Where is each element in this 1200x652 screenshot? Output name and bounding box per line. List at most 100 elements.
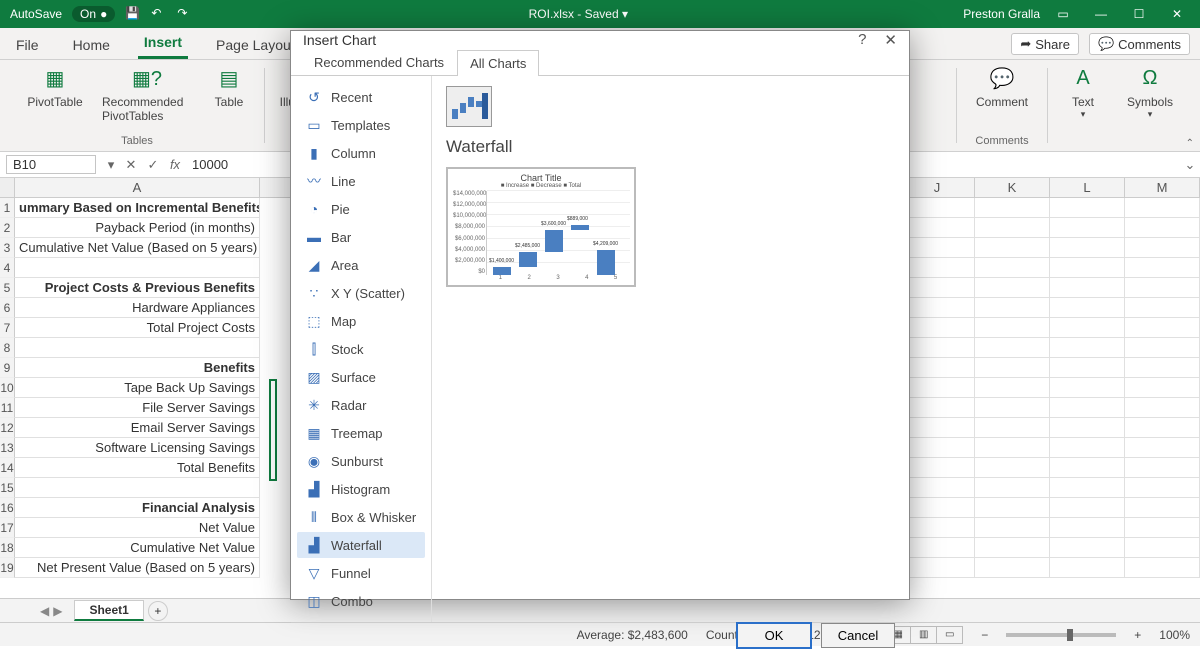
- cell[interactable]: [975, 558, 1050, 578]
- pivottable-button[interactable]: ▦PivotTable: [20, 64, 90, 109]
- cell[interactable]: [1050, 458, 1125, 478]
- cell[interactable]: [975, 278, 1050, 298]
- chart-type-combo[interactable]: ◫Combo: [297, 588, 425, 614]
- cell[interactable]: [975, 338, 1050, 358]
- chart-type-histogram[interactable]: ▟Histogram: [297, 476, 425, 502]
- cell[interactable]: Tape Back Up Savings: [15, 378, 260, 398]
- chart-type-treemap[interactable]: ▦Treemap: [297, 420, 425, 446]
- cell[interactable]: Cumulative Net Value: [15, 538, 260, 558]
- cell[interactable]: Software Licensing Savings: [15, 438, 260, 458]
- cell[interactable]: [900, 478, 975, 498]
- cell[interactable]: [1050, 478, 1125, 498]
- cell[interactable]: [975, 258, 1050, 278]
- cell[interactable]: [900, 238, 975, 258]
- ribbon-display-icon[interactable]: ▭: [1048, 7, 1078, 21]
- cell[interactable]: Total Project Costs: [15, 318, 260, 338]
- cell[interactable]: [975, 418, 1050, 438]
- cell[interactable]: [1050, 518, 1125, 538]
- cell[interactable]: Hardware Appliances: [15, 298, 260, 318]
- cell[interactable]: [900, 198, 975, 218]
- maximize-icon[interactable]: ☐: [1124, 7, 1154, 21]
- comment-button[interactable]: 💬Comment: [967, 64, 1037, 109]
- col-header[interactable]: L: [1050, 178, 1125, 197]
- row-header[interactable]: 4: [0, 258, 15, 278]
- cell[interactable]: [900, 398, 975, 418]
- cell[interactable]: [1050, 238, 1125, 258]
- cell[interactable]: [975, 478, 1050, 498]
- tab-home[interactable]: Home: [67, 31, 116, 59]
- cell[interactable]: Payback Period (in months): [15, 218, 260, 238]
- cell[interactable]: [900, 538, 975, 558]
- cell[interactable]: [900, 298, 975, 318]
- cell[interactable]: [1125, 398, 1200, 418]
- cell[interactable]: [1050, 338, 1125, 358]
- row-header[interactable]: 5: [0, 278, 15, 298]
- cancel-button[interactable]: Cancel: [821, 623, 895, 648]
- cell[interactable]: ummary Based on Incremental Benefits: [15, 198, 260, 218]
- symbols-button[interactable]: ΩSymbols▾: [1120, 64, 1180, 120]
- autosave-toggle[interactable]: On ●: [72, 6, 115, 22]
- cell[interactable]: [1050, 558, 1125, 578]
- cell[interactable]: [900, 558, 975, 578]
- cell[interactable]: [975, 238, 1050, 258]
- sheet-nav-next-icon[interactable]: ▶: [53, 604, 62, 618]
- cell[interactable]: [975, 298, 1050, 318]
- cell[interactable]: [900, 378, 975, 398]
- share-button[interactable]: ➦ Share: [1011, 33, 1079, 55]
- user-name[interactable]: Preston Gralla: [963, 7, 1040, 21]
- cell[interactable]: [1125, 218, 1200, 238]
- row-header[interactable]: 19: [0, 558, 15, 578]
- cell[interactable]: Financial Analysis: [15, 498, 260, 518]
- row-header[interactable]: 1: [0, 198, 15, 218]
- view-page-break-icon[interactable]: ▭: [937, 626, 963, 644]
- cell[interactable]: [1125, 418, 1200, 438]
- cell[interactable]: [900, 278, 975, 298]
- chart-type-radar[interactable]: ✳Radar: [297, 392, 425, 418]
- cell[interactable]: [1125, 298, 1200, 318]
- cell[interactable]: File Server Savings: [15, 398, 260, 418]
- cell[interactable]: [15, 258, 260, 278]
- chart-type-x-y-scatter-[interactable]: ∵X Y (Scatter): [297, 280, 425, 306]
- tab-page-layout[interactable]: Page Layout: [210, 31, 301, 59]
- cell[interactable]: [900, 438, 975, 458]
- cell[interactable]: Total Benefits: [15, 458, 260, 478]
- chart-type-bar[interactable]: ▬Bar: [297, 224, 425, 250]
- cell[interactable]: [975, 378, 1050, 398]
- close-icon[interactable]: ✕: [1162, 7, 1192, 21]
- cell[interactable]: [1050, 278, 1125, 298]
- cell[interactable]: [975, 218, 1050, 238]
- expand-formula-bar-icon[interactable]: ⌄: [1180, 157, 1200, 173]
- cell[interactable]: [1050, 498, 1125, 518]
- sheet-tab[interactable]: Sheet1: [74, 600, 143, 621]
- comments-button[interactable]: 💬 Comments: [1089, 33, 1190, 55]
- cell[interactable]: [1050, 258, 1125, 278]
- chart-type-line[interactable]: 〰Line: [297, 168, 425, 194]
- chart-type-area[interactable]: ◢Area: [297, 252, 425, 278]
- cell[interactable]: Benefits: [15, 358, 260, 378]
- cell[interactable]: [1050, 398, 1125, 418]
- row-header[interactable]: 15: [0, 478, 15, 498]
- zoom-in-icon[interactable]: +: [1134, 628, 1141, 642]
- row-header[interactable]: 8: [0, 338, 15, 358]
- cell[interactable]: Project Costs & Previous Benefits: [15, 278, 260, 298]
- cell[interactable]: [1050, 318, 1125, 338]
- chart-preview[interactable]: Chart Title ■ Increase ■ Decrease ■ Tota…: [446, 167, 636, 287]
- recommended-pivottables-button[interactable]: ▦?Recommended PivotTables: [102, 64, 192, 123]
- cell[interactable]: [1125, 458, 1200, 478]
- chart-type-funnel[interactable]: ▽Funnel: [297, 560, 425, 586]
- table-button[interactable]: ▤Table: [204, 64, 254, 109]
- cell[interactable]: [900, 518, 975, 538]
- cell[interactable]: [975, 458, 1050, 478]
- zoom-slider[interactable]: [1006, 633, 1116, 637]
- cell[interactable]: [975, 358, 1050, 378]
- cell[interactable]: [1050, 438, 1125, 458]
- chart-type-pie[interactable]: ◔Pie: [297, 196, 425, 222]
- cell[interactable]: [975, 498, 1050, 518]
- chart-type-recent[interactable]: ↺Recent: [297, 84, 425, 110]
- row-header[interactable]: 18: [0, 538, 15, 558]
- cell[interactable]: Net Present Value (Based on 5 years): [15, 558, 260, 578]
- chart-type-map[interactable]: ⬚Map: [297, 308, 425, 334]
- cell[interactable]: [975, 318, 1050, 338]
- row-header[interactable]: 16: [0, 498, 15, 518]
- dialog-help-icon[interactable]: ?: [858, 31, 866, 49]
